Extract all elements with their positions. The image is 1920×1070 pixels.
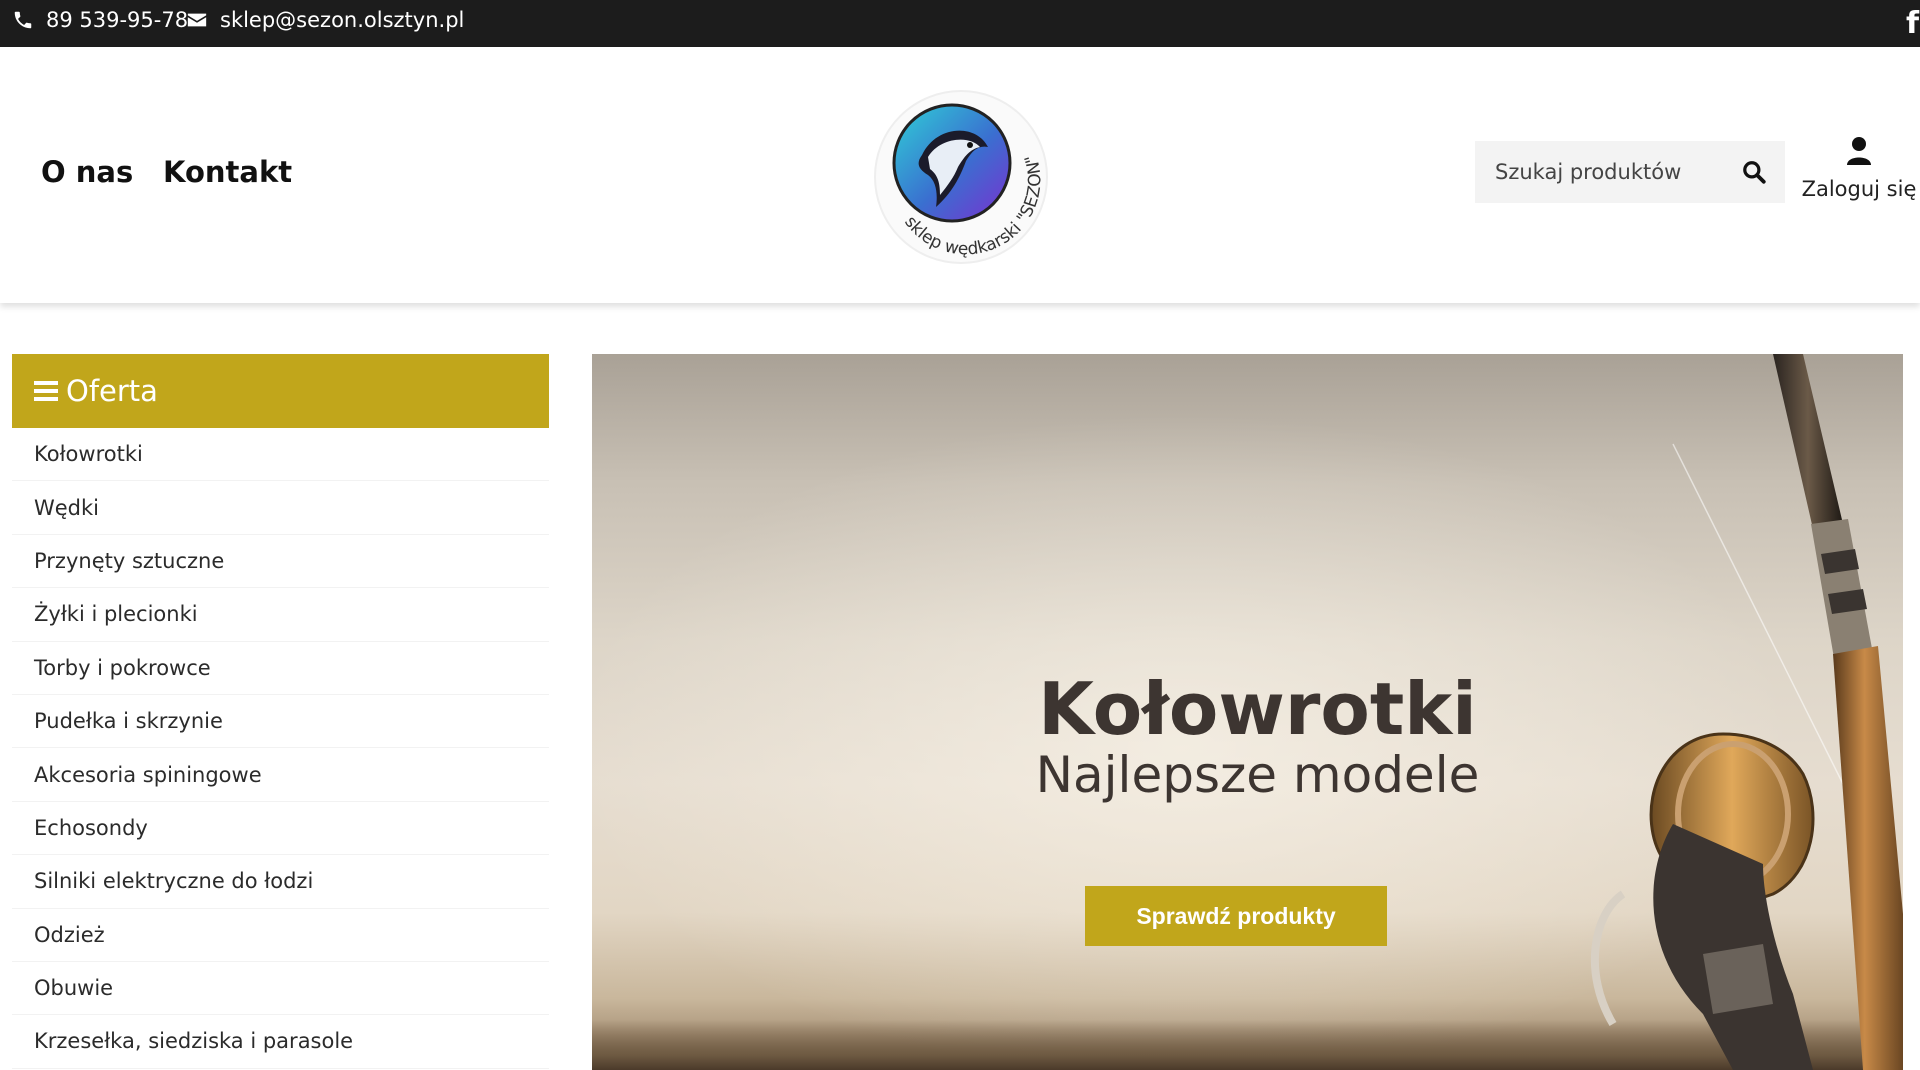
phone-icon	[14, 11, 32, 29]
category-sidebar: Oferta Kołowrotki Wędki Przynęty sztuczn…	[12, 354, 549, 1069]
search-icon[interactable]	[1741, 159, 1767, 185]
category-item-pudelka[interactable]: Pudełka i skrzynie	[12, 695, 549, 749]
category-item-echosondy[interactable]: Echosondy	[12, 802, 549, 856]
top-bar: 89 539-95-78 sklep@sezon.olsztyn.pl f	[0, 0, 1920, 47]
search-input[interactable]	[1475, 141, 1725, 203]
category-item-odziez[interactable]: Odzież	[12, 909, 549, 962]
category-item-zylki[interactable]: Żyłki i plecionki	[12, 588, 549, 642]
category-item-torby[interactable]: Torby i pokrowce	[12, 642, 549, 695]
sidebar-header[interactable]: Oferta	[12, 354, 549, 428]
phone-number: 89 539-95-78	[46, 8, 189, 32]
hero-title: Kołowrotki	[1038, 667, 1477, 751]
category-item-przynety[interactable]: Przynęty sztuczne	[12, 535, 549, 589]
category-item-kolowrotki[interactable]: Kołowrotki	[12, 428, 549, 482]
hero-banner: Kołowrotki Najlepsze modele Sprawdź prod…	[592, 354, 1903, 1070]
search-box	[1475, 141, 1785, 203]
nav-link-o-nas[interactable]: O nas	[41, 155, 133, 189]
hero-subtitle: Najlepsze modele	[1035, 746, 1480, 804]
site-logo[interactable]: sklep wędkarski "SEZON"	[866, 85, 1056, 275]
nav-link-kontakt[interactable]: Kontakt	[163, 155, 292, 189]
hamburger-icon	[34, 381, 58, 401]
category-item-akcesoria[interactable]: Akcesoria spiningowe	[12, 748, 549, 802]
category-list: Kołowrotki Wędki Przynęty sztuczne Żyłki…	[12, 428, 549, 1069]
email-address: sklep@sezon.olsztyn.pl	[220, 8, 465, 32]
phone-contact[interactable]: 89 539-95-78	[12, 8, 188, 32]
user-icon	[1847, 137, 1871, 165]
category-item-obuwie[interactable]: Obuwie	[12, 962, 549, 1016]
login-button[interactable]: Zaloguj się	[1800, 135, 1918, 201]
email-contact[interactable]: sklep@sezon.olsztyn.pl	[186, 8, 464, 32]
envelope-icon	[187, 13, 207, 27]
fish-logo-graphic: sklep wędkarski "SEZON"	[874, 90, 1048, 264]
site-header: O nas Kontakt sklep wędkarski "SEZON" Sz…	[0, 47, 1920, 303]
facebook-icon[interactable]: f	[1906, 6, 1920, 41]
category-item-wedki[interactable]: Wędki	[12, 481, 549, 535]
check-products-button[interactable]: Sprawdź produkty	[1085, 886, 1387, 946]
category-item-silniki[interactable]: Silniki elektryczne do łodzi	[12, 855, 549, 909]
login-label: Zaloguj się	[1801, 177, 1917, 201]
sidebar-title: Oferta	[66, 374, 158, 408]
category-item-krzeselka[interactable]: Krzesełka, siedziska i parasole	[12, 1015, 549, 1069]
